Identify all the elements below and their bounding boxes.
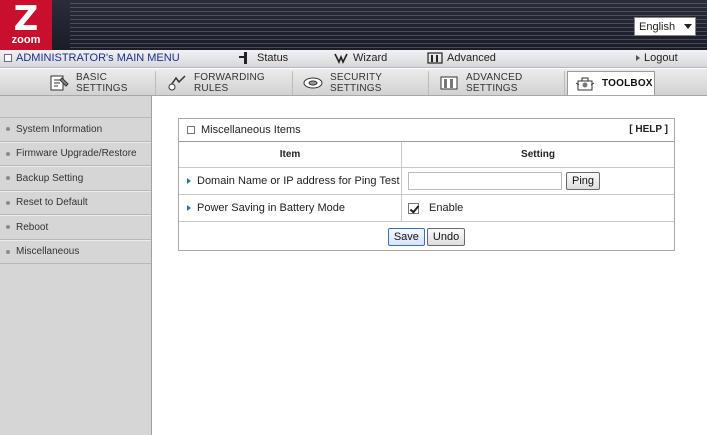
row-arrow-icon — [187, 178, 191, 184]
bullet-icon — [6, 127, 10, 132]
panel-header: Miscellaneous Items [ HELP ] — [179, 119, 674, 142]
power-saving-label: Power Saving in Battery Mode — [197, 202, 345, 214]
ping-address-input[interactable] — [408, 172, 562, 190]
bullet-icon — [6, 151, 10, 156]
sidebar-item-reboot[interactable]: Reboot — [0, 215, 151, 240]
basic-settings-icon — [48, 74, 70, 92]
table-header-row: Item Setting — [179, 142, 674, 168]
tab-advanced-settings[interactable]: ADVANCED SETTINGS — [432, 71, 565, 95]
sidebar-item-label: Reboot — [16, 221, 49, 233]
language-selected: English — [639, 20, 676, 33]
status-menu[interactable]: Status — [237, 52, 288, 64]
tab-toolbox-label: TOOLBOX — [602, 78, 653, 89]
advanced-menu-label: Advanced — [447, 52, 496, 64]
undo-button[interactable]: Undo — [426, 227, 466, 246]
sidebar-item-firmware-upgrade[interactable]: Firmware Upgrade/Restore — [0, 141, 151, 166]
table-row: Power Saving in Battery Mode Enable — [179, 195, 674, 222]
logo-z-mark: Z — [13, 0, 39, 39]
advanced-settings-icon — [438, 74, 460, 92]
action-buttons: Save Undo — [179, 222, 674, 251]
enable-label: Enable — [429, 202, 464, 214]
column-header-setting: Setting — [521, 149, 555, 160]
header-stripes — [70, 0, 707, 50]
sidebar: System Information Firmware Upgrade/Rest… — [0, 96, 152, 435]
wizard-icon — [333, 52, 349, 64]
sidebar-item-miscellaneous[interactable]: Miscellaneous — [0, 239, 151, 264]
tab-forwarding-rules[interactable]: FORWARDING RULES — [160, 71, 293, 95]
tab-toolbox[interactable]: TOOLBOX — [567, 71, 655, 95]
table-row: Domain Name or IP address for Ping Test … — [179, 168, 674, 195]
logo-text: zoom — [11, 34, 41, 46]
menu-square-icon — [4, 54, 12, 62]
tab-security-settings-label: SECURITY SETTINGS — [330, 72, 382, 94]
tab-security-settings[interactable]: SECURITY SETTINGS — [296, 71, 429, 95]
logout-menu-label: Logout — [644, 52, 678, 64]
sidebar-item-backup-setting[interactable]: Backup Setting — [0, 166, 151, 191]
chevron-down-icon — [684, 24, 692, 29]
ping-button[interactable]: Ping — [566, 172, 601, 190]
row-arrow-icon — [187, 205, 191, 211]
miscellaneous-panel: Miscellaneous Items [ HELP ] Item Settin… — [178, 118, 675, 251]
settings-tab-bar: BASIC SETTINGS FORWARDING RULES SECURITY… — [0, 69, 707, 96]
ping-test-label: Domain Name or IP address for Ping Test — [197, 175, 400, 187]
help-link[interactable]: [ HELP ] — [629, 124, 668, 135]
bullet-icon — [6, 249, 10, 254]
sidebar-item-label: System Information — [16, 123, 103, 135]
logout-menu[interactable]: Logout — [636, 52, 678, 64]
panel-square-icon — [187, 126, 195, 134]
sidebar-item-label: Backup Setting — [16, 172, 84, 184]
power-saving-checkbox[interactable] — [408, 202, 419, 214]
sidebar-item-system-information[interactable]: System Information — [0, 117, 151, 142]
panel-title: Miscellaneous Items — [201, 124, 301, 136]
sidebar-item-label: Miscellaneous — [16, 246, 80, 258]
bullet-icon — [6, 200, 10, 205]
tab-advanced-settings-label: ADVANCED SETTINGS — [466, 72, 523, 94]
sidebar-item-label: Firmware Upgrade/Restore — [16, 148, 137, 160]
bullet-icon — [6, 176, 10, 181]
wizard-menu[interactable]: Wizard — [333, 52, 387, 64]
top-header: Z zoom English — [0, 0, 707, 50]
admin-main-menu[interactable]: ADMINISTRATOR's MAIN MENU — [4, 52, 180, 64]
tab-basic-settings[interactable]: BASIC SETTINGS — [42, 71, 156, 95]
save-button[interactable]: Save — [387, 227, 425, 246]
column-header-item: Item — [179, 142, 402, 167]
tab-basic-settings-label: BASIC SETTINGS — [76, 72, 128, 94]
status-menu-label: Status — [257, 52, 289, 64]
sidebar-item-label: Reset to Default — [16, 197, 88, 209]
language-select[interactable]: English — [634, 17, 696, 36]
zoom-logo: Z zoom — [0, 0, 52, 50]
tab-forwarding-rules-label: FORWARDING RULES — [194, 72, 265, 94]
advanced-icon — [427, 52, 443, 64]
logout-arrow-icon — [636, 55, 640, 61]
bullet-icon — [6, 225, 10, 230]
forwarding-rules-icon — [166, 74, 188, 92]
main-menu-bar: ADMINISTRATOR's MAIN MENU Status Wizard … — [0, 50, 707, 68]
wizard-menu-label: Wizard — [353, 52, 388, 64]
sidebar-item-reset-to-default[interactable]: Reset to Default — [0, 190, 151, 215]
toolbox-icon — [574, 75, 596, 93]
status-icon — [237, 52, 253, 64]
advanced-menu[interactable]: Advanced — [427, 52, 496, 64]
security-settings-icon — [302, 74, 324, 92]
admin-main-menu-label: ADMINISTRATOR's MAIN MENU — [16, 52, 180, 64]
